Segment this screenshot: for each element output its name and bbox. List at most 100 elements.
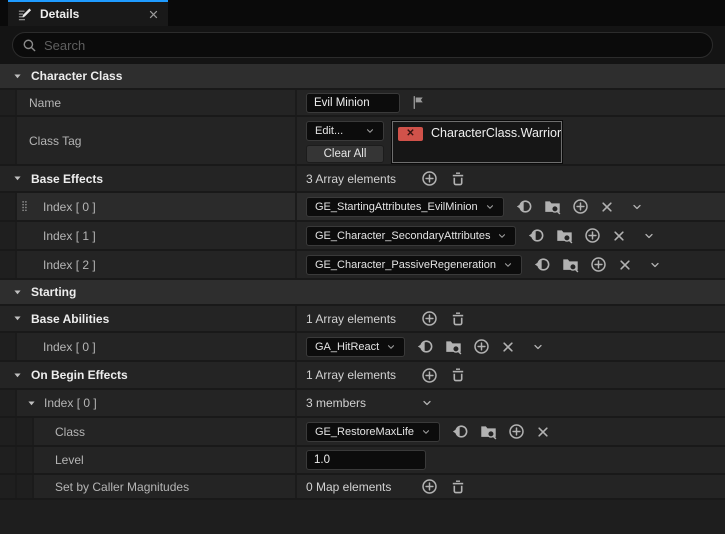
tab-close-icon[interactable] <box>148 9 159 20</box>
asset-dropdown[interactable]: GE_Character_SecondaryAttributes <box>306 226 516 246</box>
search-band <box>0 26 725 64</box>
expander-icon[interactable] <box>12 287 23 298</box>
indent <box>0 251 17 278</box>
delete-elements-icon[interactable] <box>450 311 466 327</box>
clear-icon[interactable] <box>501 340 515 354</box>
category-starting[interactable]: Starting <box>0 280 725 306</box>
tab-bar: Details <box>0 0 725 26</box>
use-selected-asset-icon[interactable] <box>452 423 469 440</box>
panel-background <box>0 500 725 534</box>
add-element-icon[interactable] <box>421 478 438 495</box>
row-base-effects[interactable]: Base Effects 3 Array elements <box>0 166 725 193</box>
add-element-icon[interactable] <box>473 338 490 355</box>
level-field[interactable] <box>306 450 426 470</box>
delete-elements-icon[interactable] <box>450 367 466 383</box>
asset-name: GE_StartingAttributes_EvilMinion <box>315 201 478 213</box>
index-label: Index [ 1 ] <box>17 229 96 243</box>
expander-icon[interactable] <box>12 370 23 381</box>
add-element-icon[interactable] <box>584 227 601 244</box>
remove-tag-button[interactable]: ✕ <box>398 127 423 141</box>
use-selected-asset-icon[interactable] <box>528 227 545 244</box>
category-character-class[interactable]: Character Class <box>0 64 725 90</box>
array-summary: 3 Array elements <box>306 172 421 186</box>
row-set-by-caller: Set by Caller Magnitudes 0 Map elements <box>0 475 725 500</box>
element-options-icon[interactable] <box>649 259 661 271</box>
indent <box>0 117 17 164</box>
add-element-icon[interactable] <box>421 310 438 327</box>
delete-elements-icon[interactable] <box>450 171 466 187</box>
name-field[interactable] <box>306 93 400 113</box>
element-options-icon[interactable] <box>643 230 655 242</box>
index-label: Index [ 0 ] <box>17 200 96 214</box>
row-base-abilities-index-0: Index [ 0 ] GA_HitReact <box>0 333 725 362</box>
clear-icon[interactable] <box>618 258 632 272</box>
array-summary: 1 Array elements <box>306 312 421 326</box>
struct-summary: 3 members <box>306 396 421 410</box>
add-element-icon[interactable] <box>572 198 589 215</box>
add-element-icon[interactable] <box>421 170 438 187</box>
row-base-effects-index-1: Index [ 1 ] GE_Character_SecondaryAttrib… <box>0 222 725 251</box>
browse-to-asset-icon[interactable] <box>562 256 579 273</box>
browse-to-asset-icon[interactable] <box>544 198 561 215</box>
row-effect-class: Class GE_RestoreMaxLife <box>0 418 725 447</box>
edit-tag-label: Edit... <box>315 125 343 137</box>
indent <box>0 475 17 498</box>
add-element-icon[interactable] <box>508 423 525 440</box>
indent <box>17 418 34 445</box>
tag-value: CharacterClass.Warrior <box>431 126 561 140</box>
expander-icon[interactable] <box>26 398 37 409</box>
edit-tag-dropdown[interactable]: Edit... <box>306 121 384 141</box>
search-icon <box>22 38 37 53</box>
browse-to-asset-icon[interactable] <box>556 227 573 244</box>
indent <box>0 333 17 360</box>
index-label: Index [ 2 ] <box>17 258 96 272</box>
details-tab-icon <box>17 7 32 22</box>
expander-icon[interactable] <box>12 173 23 184</box>
clear-all-button[interactable]: Clear All <box>306 145 384 163</box>
row-base-effects-index-2: Index [ 2 ] GE_Character_PassiveRegenera… <box>0 251 725 280</box>
delete-elements-icon[interactable] <box>450 479 466 495</box>
expander-icon[interactable] <box>12 313 23 324</box>
indent <box>0 390 17 416</box>
category-title: Character Class <box>31 69 122 83</box>
use-selected-asset-icon[interactable] <box>516 198 533 215</box>
expander-icon[interactable] <box>12 71 23 82</box>
row-on-begin-index-0[interactable]: Index [ 0 ] 3 members <box>0 390 725 418</box>
tab-details[interactable]: Details <box>8 0 168 26</box>
asset-dropdown[interactable]: GE_StartingAttributes_EvilMinion <box>306 197 504 217</box>
drag-handle-icon[interactable] <box>21 199 28 214</box>
chevron-down-icon <box>421 427 431 437</box>
indent <box>0 222 17 249</box>
asset-dropdown[interactable]: GA_HitReact <box>306 337 405 357</box>
indent <box>0 447 17 473</box>
add-element-icon[interactable] <box>590 256 607 273</box>
use-selected-asset-icon[interactable] <box>534 256 551 273</box>
use-selected-asset-icon[interactable] <box>417 338 434 355</box>
flag-icon[interactable] <box>411 95 426 110</box>
on-begin-effects-label: On Begin Effects <box>31 368 128 382</box>
clear-icon[interactable] <box>600 200 614 214</box>
asset-dropdown[interactable]: GE_RestoreMaxLife <box>306 422 440 442</box>
browse-to-asset-icon[interactable] <box>445 338 462 355</box>
row-name: Name <box>0 90 725 117</box>
add-element-icon[interactable] <box>421 367 438 384</box>
search-input[interactable] <box>44 38 703 53</box>
chevron-down-icon <box>365 126 375 136</box>
chevron-down-icon <box>485 202 495 212</box>
element-options-icon[interactable] <box>421 397 433 409</box>
element-options-icon[interactable] <box>631 201 643 213</box>
clear-icon[interactable] <box>536 425 550 439</box>
chevron-down-icon <box>503 260 513 270</box>
element-options-icon[interactable] <box>532 341 544 353</box>
browse-to-asset-icon[interactable] <box>480 423 497 440</box>
clear-icon[interactable] <box>612 229 626 243</box>
row-on-begin-effects[interactable]: On Begin Effects 1 Array elements <box>0 362 725 390</box>
asset-dropdown[interactable]: GE_Character_PassiveRegeneration <box>306 255 522 275</box>
row-effect-level: Level <box>0 447 725 475</box>
array-summary: 1 Array elements <box>306 368 421 382</box>
category-title: Starting <box>31 285 76 299</box>
tag-container: ✕ CharacterClass.Warrior <box>392 121 562 163</box>
search-box[interactable] <box>12 32 713 58</box>
row-base-abilities[interactable]: Base Abilities 1 Array elements <box>0 306 725 333</box>
index-label: Index [ 0 ] <box>44 396 97 410</box>
